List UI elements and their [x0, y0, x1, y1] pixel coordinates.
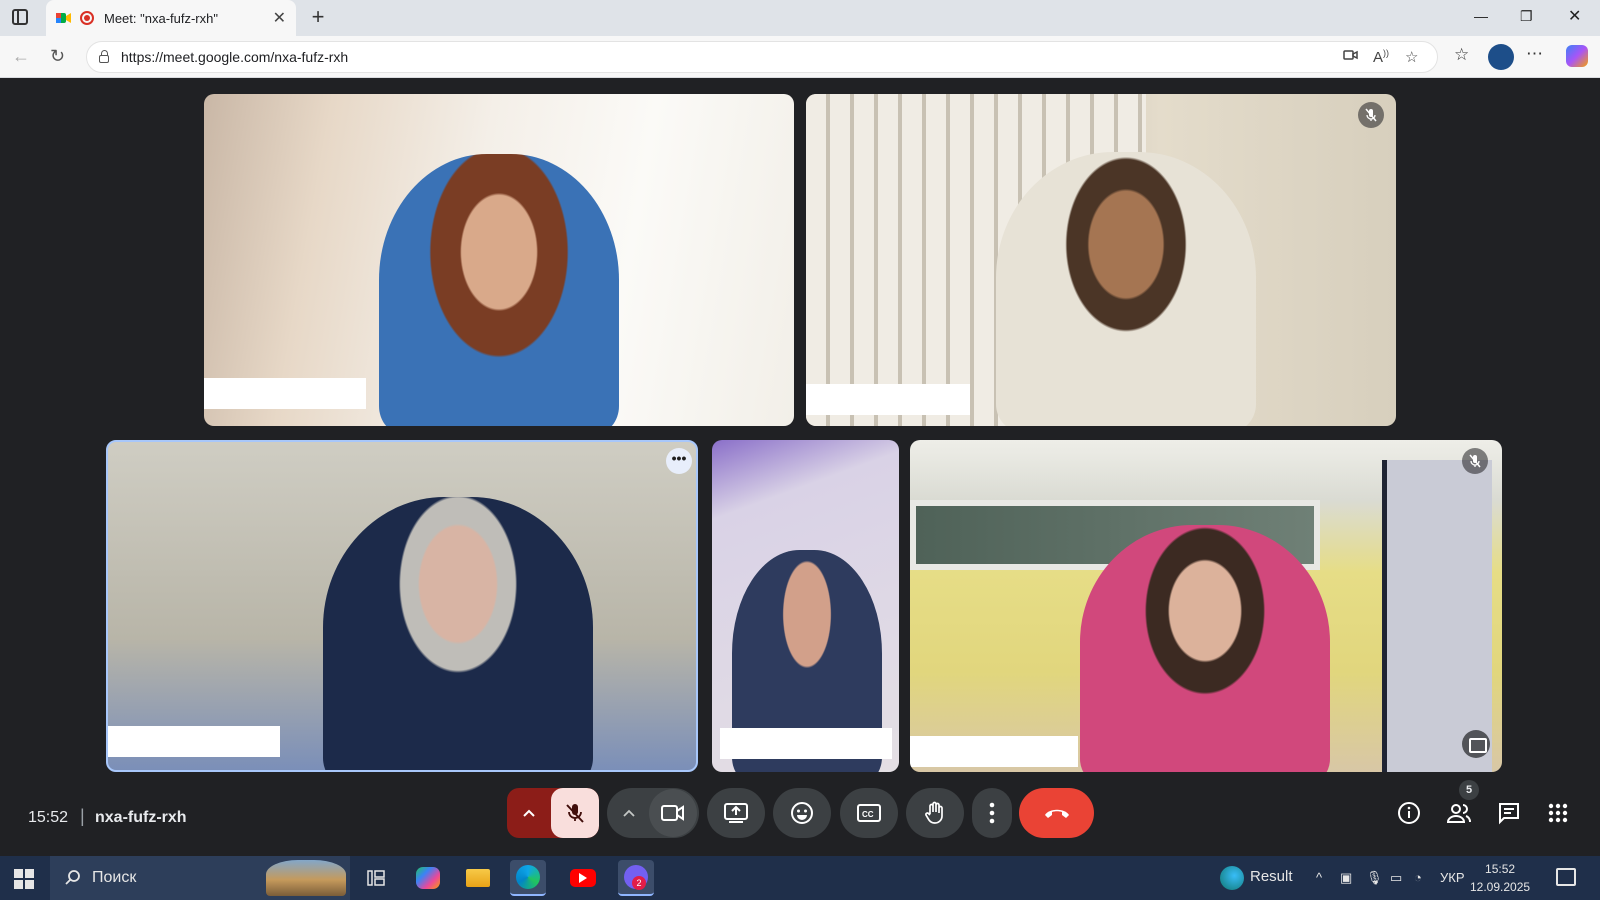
- address-input[interactable]: https://meet.google.com/nxa-fufz-rxh A))…: [86, 41, 1438, 73]
- notification-center-icon[interactable]: [1556, 868, 1576, 886]
- camera-control-group: [607, 788, 699, 838]
- clock-time: 15:52: [1485, 862, 1516, 876]
- taskbar-search[interactable]: Поиск: [50, 856, 350, 900]
- participant-video: [323, 497, 593, 770]
- tile-more-options-icon[interactable]: •••: [666, 448, 692, 474]
- participant-tile[interactable]: [910, 440, 1502, 772]
- participant-name-label: [720, 728, 892, 759]
- participant-name-label: [108, 726, 280, 757]
- chat-icon[interactable]: [1494, 798, 1524, 828]
- camera-permission-icon[interactable]: [1343, 48, 1359, 66]
- youtube-icon[interactable]: [565, 860, 601, 896]
- reload-icon[interactable]: ↻: [50, 46, 65, 67]
- lock-icon: [99, 50, 109, 63]
- microphone-tray-icon[interactable]: 🎙: [1366, 870, 1383, 886]
- raise-hand-button[interactable]: [906, 788, 964, 838]
- participant-tile-active[interactable]: •••: [106, 440, 698, 772]
- participant-video: [379, 154, 619, 426]
- file-explorer-icon[interactable]: [460, 860, 496, 896]
- divider: |: [80, 806, 85, 826]
- emoji-reaction-button[interactable]: [773, 788, 831, 838]
- task-view-icon[interactable]: [358, 860, 394, 896]
- address-bar-row: ← ↻ https://meet.google.com/nxa-fufz-rxh…: [0, 36, 1600, 78]
- google-meet-favicon-icon: [56, 11, 72, 25]
- search-highlight-image: [266, 860, 346, 896]
- favorite-star-icon[interactable]: ☆: [1405, 48, 1418, 66]
- participant-tile[interactable]: [204, 94, 794, 426]
- back-icon[interactable]: ←: [12, 46, 30, 67]
- microphone-control-group: [507, 788, 599, 838]
- tab-meet[interactable]: Meet: "nxa-fufz-rxh" ✕: [46, 0, 296, 36]
- search-label: Поиск: [92, 869, 137, 886]
- minimize-icon[interactable]: —: [1474, 8, 1488, 24]
- apps-grid-icon[interactable]: [1543, 798, 1573, 828]
- clock-date: 12.09.2025: [1470, 880, 1531, 894]
- weather-widget-label[interactable]: Result: [1250, 868, 1293, 885]
- new-tab-button[interactable]: +: [304, 4, 332, 32]
- copilot-app-icon[interactable]: [410, 860, 446, 896]
- profile-avatar[interactable]: [1488, 44, 1514, 70]
- tab-title: Meet: "nxa-fufz-rxh": [104, 10, 218, 26]
- meeting-time: 15:52: [28, 809, 69, 826]
- participant-name-label: [806, 384, 970, 415]
- battery-icon[interactable]: ▭: [1390, 870, 1402, 886]
- meet-video-area: •••: [4, 78, 1596, 856]
- restore-icon[interactable]: ❐: [1520, 8, 1533, 25]
- search-icon: [65, 870, 80, 885]
- language-indicator[interactable]: УКР: [1440, 870, 1465, 885]
- video-options-chevron-up-icon[interactable]: [609, 809, 649, 817]
- read-aloud-icon[interactable]: A)): [1373, 48, 1389, 66]
- mic-off-button[interactable]: [551, 788, 599, 838]
- end-call-button[interactable]: [1019, 788, 1094, 838]
- weather-widget-icon[interactable]: [1220, 866, 1244, 890]
- start-windows-icon[interactable]: [14, 869, 34, 889]
- people-icon[interactable]: [1444, 798, 1474, 828]
- wifi-icon[interactable]: ◔: [1414, 870, 1422, 885]
- more-options-button[interactable]: [972, 788, 1012, 838]
- browser-tabbar: Meet: "nxa-fufz-rxh" ✕ + — ❐ ✕: [0, 0, 1600, 36]
- participant-tile[interactable]: [712, 440, 899, 772]
- captions-button[interactable]: CC: [840, 788, 898, 838]
- windows-taskbar: Поиск Result ^ ▣ 🎙 ▭ ◔ УКР 15:52 12.09.2…: [0, 856, 1600, 900]
- more-menu-icon[interactable]: ⋯: [1526, 44, 1543, 64]
- favorites-icon[interactable]: ☆: [1454, 45, 1469, 65]
- picture-in-picture-icon[interactable]: [1462, 730, 1490, 758]
- participant-video: [1080, 525, 1330, 772]
- mic-off-icon: [1358, 102, 1384, 128]
- background-board: [1382, 460, 1492, 772]
- audio-options-chevron-up-icon[interactable]: [507, 788, 551, 838]
- mic-off-icon: [1462, 448, 1488, 474]
- edge-browser-icon[interactable]: [510, 860, 546, 896]
- participant-video: [996, 152, 1256, 426]
- sidebar-toggle-icon[interactable]: [12, 9, 28, 25]
- recording-icon: [80, 11, 94, 25]
- meeting-info-icon[interactable]: [1394, 798, 1424, 828]
- participant-count-badge: 5: [1459, 780, 1479, 800]
- show-hidden-icons-chevron-icon[interactable]: ^: [1316, 870, 1322, 885]
- meeting-code: nxa-fufz-rxh: [95, 809, 187, 826]
- svg-text:CC: CC: [862, 810, 874, 819]
- tab-close-icon[interactable]: ✕: [273, 8, 286, 28]
- present-screen-button[interactable]: [707, 788, 765, 838]
- viber-unread-badge: 2: [632, 876, 646, 890]
- participant-tile[interactable]: [806, 94, 1396, 426]
- system-clock[interactable]: 15:52 12.09.2025: [1470, 860, 1530, 896]
- participant-name-label: [204, 378, 366, 409]
- participant-name-label: [910, 736, 1078, 767]
- camera-button[interactable]: [649, 789, 697, 837]
- url-text: https://meet.google.com/nxa-fufz-rxh: [121, 49, 349, 65]
- meet-now-icon[interactable]: ▣: [1340, 870, 1352, 886]
- copilot-icon[interactable]: [1566, 45, 1588, 67]
- window-close-icon[interactable]: ✕: [1568, 6, 1581, 26]
